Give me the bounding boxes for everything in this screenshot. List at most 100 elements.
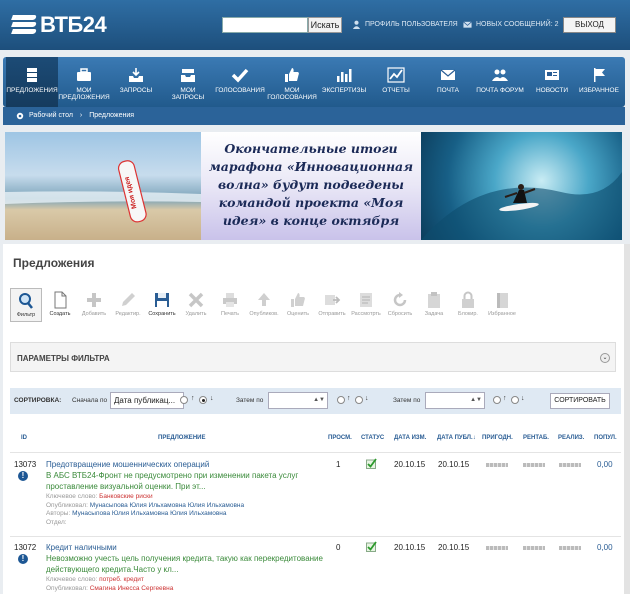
sort-then1-desc-radio[interactable] <box>355 396 363 404</box>
publish-button[interactable]: Опубликов. <box>248 288 280 322</box>
sort-then2-desc-radio[interactable] <box>511 396 519 404</box>
nav-item-my-requests[interactable]: МОИ ЗАПРОСЫ <box>162 57 214 107</box>
review-icon <box>360 293 372 307</box>
row-title-link[interactable]: Кредит наличными <box>46 543 117 552</box>
sort-button[interactable]: СОРТИРОВАТЬ <box>550 393 610 409</box>
table-row[interactable]: 13072 ! Кредит наличными Невозможно учес… <box>10 536 621 594</box>
page-title: Предложения <box>13 256 95 270</box>
review-button[interactable]: Рассмотрть <box>350 288 382 322</box>
logo-text: ВТБ24 <box>40 12 107 37</box>
sort-first-desc-radio[interactable] <box>199 396 207 404</box>
row-date-mod: 20.10.15 <box>394 543 426 552</box>
sort-then-select-1[interactable]: ▲▼ <box>268 392 328 409</box>
reset-button[interactable]: Сбросить <box>384 288 416 322</box>
row-publisher[interactable]: Мунасыпова Юлия Ильхамовна Юлия Ильхамов… <box>90 502 244 509</box>
sort-down-arrow-icon: ↓ <box>521 395 525 402</box>
nav-item-my-proposals[interactable]: МОИ ПРЕДЛОЖЕНИЯ <box>58 57 110 107</box>
floppy-icon <box>155 293 169 307</box>
nav-item-forum[interactable]: ПОЧТА ФОРУМ <box>474 57 526 107</box>
nav-item-favorites[interactable]: ИЗБРАННОЕ <box>573 57 625 107</box>
nav-item-reports[interactable]: ОТЧЕТЫ <box>370 57 422 107</box>
add-button[interactable]: Добавить <box>78 288 110 322</box>
col-date-mod[interactable]: ДАТА ИЗМ. <box>394 435 426 441</box>
send-icon <box>325 295 341 305</box>
sort-first-label: Сначала по <box>72 397 108 404</box>
gear-icon[interactable] <box>15 111 25 121</box>
people-icon <box>492 69 508 81</box>
filter-panel-title: ПАРАМЕТРЫ ФИЛЬТРА <box>17 354 110 363</box>
nav-item-news[interactable]: НОВОСТИ <box>526 57 578 107</box>
row-popular[interactable]: 0,00 <box>597 460 613 469</box>
vtb24-logo[interactable]: ВТБ24 <box>11 9 107 41</box>
promo-banner[interactable]: Моя идея Окончательные итоги марафона «И… <box>5 132 622 240</box>
briefcase-icon <box>77 68 91 81</box>
nav-item-votes[interactable]: ГОЛОСОВАНИЯ <box>214 57 266 107</box>
sort-up-arrow-icon: ↑ <box>503 395 507 402</box>
create-button[interactable]: Создать <box>44 288 76 322</box>
search-input[interactable] <box>222 17 308 33</box>
row-meta: Ключевое слово: Банковские риски Опублик… <box>46 493 245 526</box>
sort-first-asc-radio[interactable] <box>180 396 188 404</box>
info-icon: ! <box>18 471 28 481</box>
col-feasible[interactable]: РЕАЛИЗ. <box>558 435 584 441</box>
col-profitable[interactable]: РЕНТАБ. <box>523 435 549 441</box>
printer-icon <box>223 293 237 307</box>
col-status[interactable]: СТАТУС <box>361 435 384 441</box>
vtb-logo-mark-icon <box>11 13 37 37</box>
row-description: В АБС ВТБ24-Фронт не предусмотрено при и… <box>46 471 299 491</box>
col-id[interactable]: ID <box>21 435 27 441</box>
sort-then1-asc-radio[interactable] <box>337 396 345 404</box>
thumb-icon <box>291 293 305 307</box>
checkmark-icon <box>231 68 249 83</box>
feasible-bar <box>559 546 581 550</box>
row-authors[interactable]: Мунасыпова Юлия Ильхамовна Юлия Ильхамов… <box>72 510 226 517</box>
main-nav: ПРЕДЛОЖЕНИЯ МОИ ПРЕДЛОЖЕНИЯ ЗАПРОСЫ МОИ ЗА… <box>3 57 625 107</box>
nav-item-expertise[interactable]: ЭКСПЕРТИЗЫ <box>318 57 370 107</box>
messages-link[interactable]: НОВЫХ СООБЩЕНИЙ: 2 <box>463 20 559 29</box>
envelope-small-icon <box>463 21 472 28</box>
nav-item-proposals[interactable]: ПРЕДЛОЖЕНИЯ <box>6 57 58 107</box>
feasible-bar <box>559 463 581 467</box>
favorite-button[interactable]: Избранное <box>486 288 518 322</box>
send-button[interactable]: Отправить <box>316 288 348 322</box>
print-button[interactable]: Печать <box>214 288 246 322</box>
profile-link-label: ПРОФИЛЬ ПОЛЬЗОВАТЕЛЯ <box>365 21 458 28</box>
col-views[interactable]: ПРОСМ. <box>328 435 352 441</box>
sort-then-select-2[interactable]: ▲▼ <box>425 392 485 409</box>
row-publisher[interactable]: Смагина Инесса Сергеевна <box>90 585 174 592</box>
sort-first-select[interactable]: Дата публикац... <box>110 392 184 409</box>
nav-item-mail[interactable]: ПОЧТА <box>422 57 474 107</box>
clipboard-icon <box>428 292 440 308</box>
profile-link[interactable]: ПРОФИЛЬ ПОЛЬЗОВАТЕЛЯ <box>352 20 458 29</box>
breadcrumb-root[interactable]: Рабочий стол <box>29 112 73 119</box>
logout-button[interactable]: ВЫХОД <box>563 17 616 33</box>
filter-button[interactable]: Фильтр <box>10 288 42 322</box>
task-button[interactable]: Задача <box>418 288 450 322</box>
plus-icon <box>87 293 101 307</box>
nav-item-requests[interactable]: ЗАПРОСЫ <box>110 57 162 107</box>
search-button[interactable]: Искать <box>308 17 342 33</box>
row-keyword[interactable]: потреб. кредит <box>99 576 144 583</box>
col-popular[interactable]: ПОПУЛ. <box>594 435 617 441</box>
col-proposal[interactable]: ПРЕДЛОЖЕНИЕ <box>158 435 205 441</box>
row-date-pub: 20.10.15 <box>438 543 470 552</box>
sort-then2-asc-radio[interactable] <box>493 396 501 404</box>
nav-item-my-votes[interactable]: МОИ ГОЛОСОВАНИЯ <box>266 57 318 107</box>
col-date-pub[interactable]: ДАТА ПУБЛ.↓ <box>437 435 476 441</box>
row-title-link[interactable]: Предотвращение мошеннических операций <box>46 460 209 469</box>
row-popular[interactable]: 0,00 <box>597 543 613 552</box>
rate-button[interactable]: Оценить <box>282 288 314 322</box>
profitable-bar <box>523 463 545 467</box>
scrollbar[interactable] <box>624 244 630 594</box>
row-views: 0 <box>336 543 341 552</box>
row-keyword[interactable]: Банковские риски <box>99 493 153 500</box>
chevron-icon[interactable]: ⌄ <box>600 353 610 363</box>
delete-button[interactable]: Удалить <box>180 288 212 322</box>
save-button[interactable]: Сохранить <box>146 288 178 322</box>
cross-icon <box>188 292 204 308</box>
edit-button[interactable]: Редактир. <box>112 288 144 322</box>
col-suitable[interactable]: ПРИГОДН. <box>482 435 513 441</box>
filter-panel[interactable]: ПАРАМЕТРЫ ФИЛЬТРА ⌄ <box>10 342 616 372</box>
table-row[interactable]: 13073 ! Предотвращение мошеннических опе… <box>10 452 621 536</box>
block-button[interactable]: Блокир. <box>452 288 484 322</box>
